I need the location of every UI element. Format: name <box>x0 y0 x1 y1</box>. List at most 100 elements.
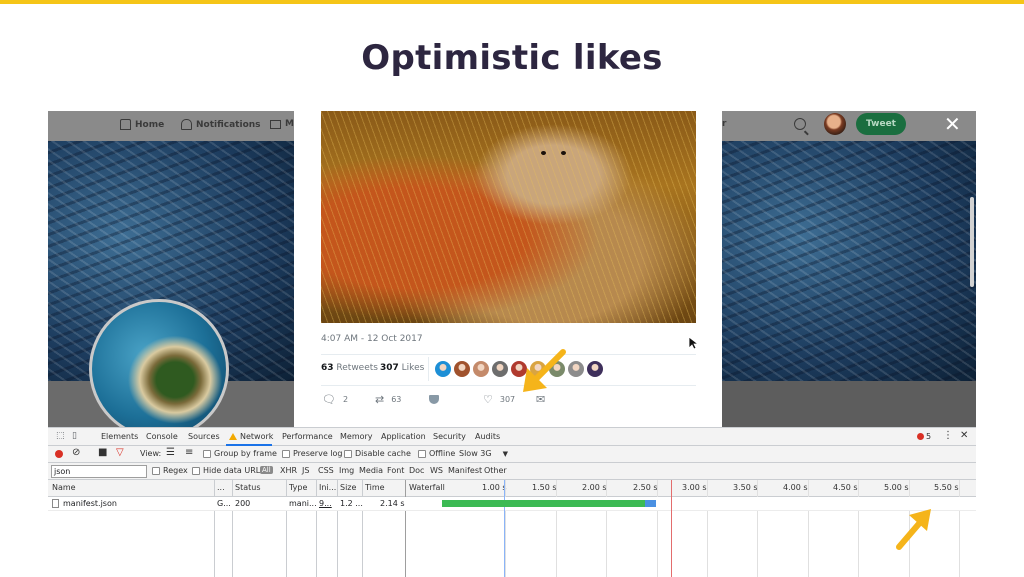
waterfall-gridline <box>757 480 758 577</box>
row-name[interactable]: manifest.json <box>52 499 117 508</box>
tab-console[interactable]: Console <box>146 432 178 441</box>
regex-checkbox[interactable]: Regex <box>152 466 188 475</box>
filter-icon[interactable]: ▽ <box>116 447 124 458</box>
column-size[interactable]: Size <box>340 483 356 492</box>
group-by-frame-checkbox[interactable]: Group by frame <box>203 449 277 458</box>
offline-label: Offline <box>429 449 456 458</box>
disable-cache-checkbox[interactable]: Disable cache <box>344 449 411 458</box>
row-type: mani... <box>289 499 317 508</box>
type-filter-doc[interactable]: Doc <box>409 466 424 475</box>
waterfall-tick: 1.50 s <box>532 483 557 492</box>
nav-messages[interactable]: M <box>270 119 294 129</box>
checkbox-box <box>282 449 290 458</box>
avatar[interactable] <box>824 113 846 135</box>
likes-stat[interactable]: 307 Likes <box>380 363 424 373</box>
likes-label: Likes <box>401 363 425 373</box>
regex-label: Regex <box>163 466 188 475</box>
liker-avatar[interactable] <box>587 361 603 377</box>
column-time[interactable]: Time <box>365 483 385 492</box>
tab-application[interactable]: Application <box>381 432 426 441</box>
column-waterfall[interactable]: Waterfall <box>409 483 445 492</box>
waterfall-gridline <box>959 480 960 577</box>
nav-notifications[interactable]: Notifications <box>181 119 261 130</box>
column-divider <box>362 480 363 577</box>
column-type[interactable]: Type <box>289 483 307 492</box>
column-initiator[interactable]: Ini... <box>319 483 336 492</box>
chevron-down-icon: ▼ <box>502 449 508 458</box>
scrollbar-thumb[interactable] <box>970 197 974 287</box>
network-toolbar: ⊘ ■ ▽ View: ☰ ≡ Group by frame Preserve … <box>48 446 976 463</box>
waterfall-bar-receiving[interactable] <box>442 500 645 507</box>
pocket-icon <box>429 395 439 404</box>
retweets-count: 63 <box>321 363 334 373</box>
type-filter-other[interactable]: Other <box>484 466 507 475</box>
inspect-element-icon[interactable]: ⬚ <box>56 431 65 441</box>
record-button[interactable] <box>55 450 63 458</box>
more-menu-icon[interactable]: ⋮ <box>943 430 953 441</box>
column-domain[interactable]: ... <box>217 483 225 492</box>
type-filter-xhr[interactable]: XHR <box>280 466 297 475</box>
like-button[interactable]: ♡ 307 <box>483 394 515 405</box>
profile-avatar[interactable] <box>89 299 229 427</box>
device-toolbar-icon[interactable]: ▯ <box>72 431 77 441</box>
filter-input[interactable]: json <box>51 465 147 478</box>
tweet-photo[interactable] <box>321 111 696 323</box>
hide-data-urls-checkbox[interactable]: Hide data URLs <box>192 466 264 475</box>
divider <box>321 354 696 355</box>
error-count-badge[interactable]: 5 <box>917 432 931 441</box>
disable-cache-label: Disable cache <box>355 449 411 458</box>
liker-avatar[interactable] <box>435 361 451 377</box>
pocket-button[interactable] <box>429 395 439 404</box>
row-initiator[interactable]: 9... <box>319 499 332 508</box>
tab-sources[interactable]: Sources <box>188 432 220 441</box>
mail-icon <box>270 119 281 129</box>
throttle-value: Slow 3G <box>459 449 492 458</box>
close-devtools-icon[interactable]: ✕ <box>960 430 968 441</box>
throttle-select[interactable]: Slow 3G ▼ <box>459 449 508 458</box>
capture-screenshots-icon[interactable]: ■ <box>98 447 107 458</box>
retweet-button[interactable]: ⇄ 63 <box>375 394 401 405</box>
type-filter-img[interactable]: Img <box>339 466 354 475</box>
tab-security[interactable]: Security <box>433 432 466 441</box>
liker-avatar[interactable] <box>454 361 470 377</box>
retweets-stat[interactable]: 63 Retweets <box>321 363 378 373</box>
view-label: View: <box>140 449 162 458</box>
reply-button[interactable]: 🗨︎ 2 <box>322 394 348 405</box>
warning-icon <box>229 433 237 440</box>
type-filter-font[interactable]: Font <box>387 466 404 475</box>
tab-memory[interactable]: Memory <box>340 432 373 441</box>
tab-performance[interactable]: Performance <box>282 432 333 441</box>
bell-icon <box>181 119 192 130</box>
column-status[interactable]: Status <box>235 483 261 492</box>
type-filter-ws[interactable]: WS <box>430 466 443 475</box>
nav-home-label: Home <box>135 119 165 130</box>
type-filter-manifest[interactable]: Manifest <box>448 466 482 475</box>
type-filter-js[interactable]: JS <box>302 466 309 475</box>
large-rows-icon[interactable]: ☰ <box>166 447 175 458</box>
tab-network[interactable]: Network <box>229 432 273 441</box>
slide-title: Optimistic likes <box>361 38 663 78</box>
search-icon[interactable] <box>794 118 806 130</box>
devtools-tab-bar: ⬚ ▯ Elements Console Sources Network Per… <box>48 428 976 446</box>
type-filter-css[interactable]: CSS <box>318 466 334 475</box>
search-field-partial[interactable]: r <box>722 119 726 129</box>
tweet-timestamp[interactable]: 4:07 AM - 12 Oct 2017 <box>321 334 423 344</box>
type-filter-all[interactable]: All <box>260 466 273 474</box>
liker-avatar[interactable] <box>492 361 508 377</box>
nav-home[interactable]: Home <box>120 119 164 130</box>
close-icon[interactable]: ✕ <box>944 113 961 135</box>
column-name[interactable]: Name <box>52 483 76 492</box>
tab-audits[interactable]: Audits <box>475 432 500 441</box>
liker-avatar[interactable] <box>568 361 584 377</box>
waterfall-bar-waiting[interactable] <box>645 500 656 507</box>
preserve-log-checkbox[interactable]: Preserve log <box>282 449 343 458</box>
overview-icon[interactable]: ≡ <box>185 447 193 458</box>
tweet-button[interactable]: Tweet <box>856 113 906 135</box>
tab-elements[interactable]: Elements <box>101 432 138 441</box>
checkbox-box <box>152 466 160 475</box>
clear-icon[interactable]: ⊘ <box>72 447 80 458</box>
row-status: 200 <box>235 499 251 508</box>
offline-checkbox[interactable]: Offline <box>418 449 455 458</box>
type-filter-media[interactable]: Media <box>359 466 383 475</box>
liker-avatar[interactable] <box>473 361 489 377</box>
